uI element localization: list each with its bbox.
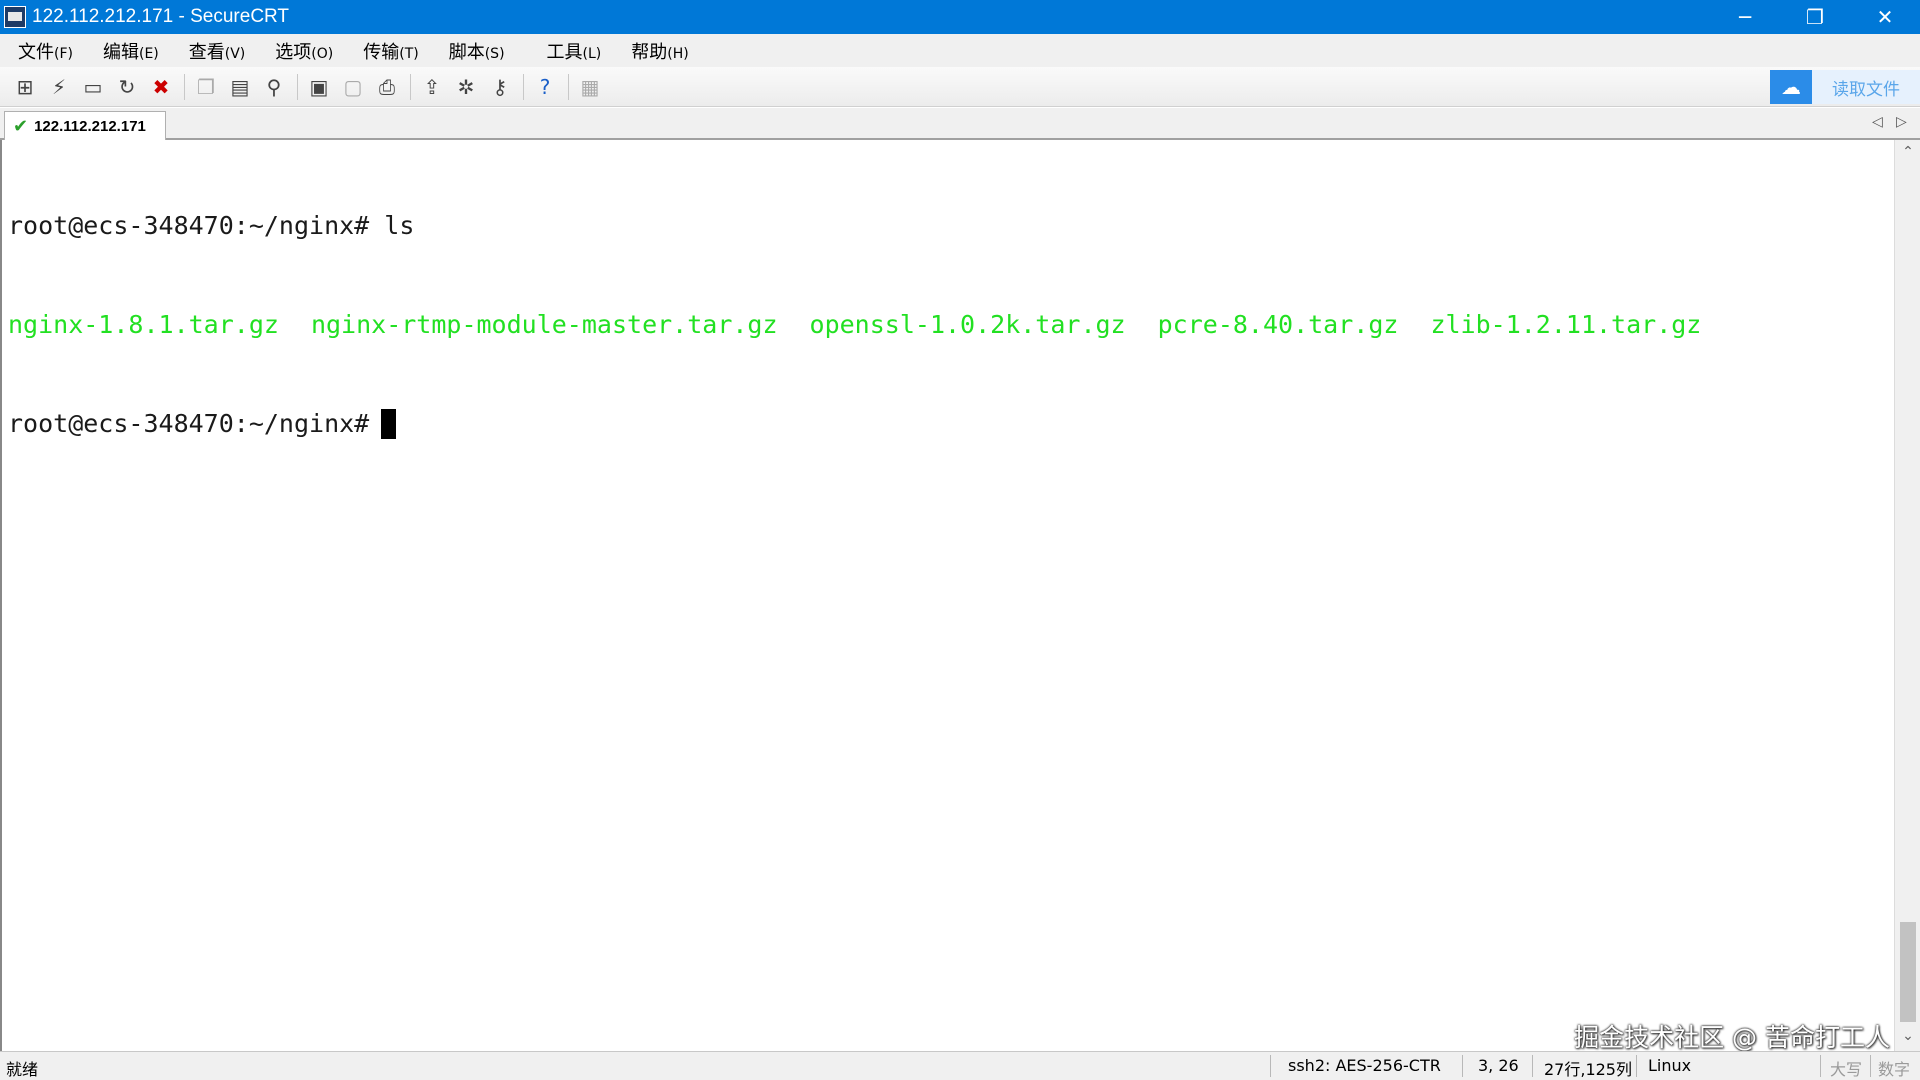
- status-cipher: ssh2: AES-256-CTR: [1288, 1056, 1441, 1075]
- quick-connect-icon[interactable]: ⚡: [46, 74, 72, 100]
- terminal-cursor: [381, 408, 397, 439]
- menu-file[interactable]: 文件(F): [14, 36, 77, 66]
- scroll-down-icon[interactable]: ⌄: [1895, 1028, 1920, 1044]
- securecrt-app-icon[interactable]: [4, 6, 26, 28]
- menu-tools[interactable]: 工具(L): [543, 36, 606, 66]
- terminal-file-list: nginx-1.8.1.tar.gz nginx-rtmp-module-mas…: [8, 308, 1894, 341]
- status-separator: [1532, 1055, 1533, 1077]
- print-screen-icon[interactable]: ▣: [306, 74, 332, 100]
- close-button[interactable]: ✕: [1850, 0, 1920, 34]
- minimize-button[interactable]: ─: [1710, 0, 1780, 34]
- status-separator: [1636, 1055, 1637, 1077]
- menu-transfer[interactable]: 传输(T): [359, 36, 422, 66]
- scroll-thumb[interactable]: [1900, 922, 1916, 1022]
- keymap-icon[interactable]: ⚷: [487, 74, 513, 100]
- tab-scroll-left-icon[interactable]: ◁: [1872, 114, 1883, 130]
- terminal-line: root@ecs-348470:~/nginx# ls: [8, 211, 415, 240]
- sftp-icon[interactable]: ⇪: [419, 74, 445, 100]
- toolbar-separator: [184, 73, 185, 100]
- connect-tab-icon[interactable]: ▭: [80, 74, 106, 100]
- script-icon[interactable]: ▦: [577, 74, 603, 100]
- window-title: 122.112.212.171 - SecureCRT: [32, 6, 290, 27]
- status-caps-lock: 大写: [1830, 1060, 1863, 1079]
- cloud-icon: ☁: [1770, 70, 1812, 104]
- terminal-output[interactable]: root@ecs-348470:~/nginx# ls nginx-1.8.1.…: [0, 140, 1894, 1051]
- file-entry: pcre-8.40.tar.gz: [1157, 310, 1399, 339]
- status-separator: [1270, 1055, 1271, 1077]
- status-separator: [1820, 1055, 1821, 1077]
- find-icon[interactable]: ⚲: [261, 74, 287, 100]
- session-options-icon[interactable]: ✲: [453, 74, 479, 100]
- menu-view[interactable]: 查看(V): [185, 36, 250, 66]
- connected-check-icon: ✔: [13, 115, 29, 137]
- read-file-label: 读取文件: [1832, 79, 1900, 100]
- toolbar-separator: [568, 73, 569, 100]
- copy-icon[interactable]: ❐: [193, 74, 219, 100]
- terminal-prompt-line: root@ecs-348470:~/nginx#: [8, 407, 1894, 440]
- scroll-up-icon[interactable]: ⌃: [1895, 144, 1920, 160]
- restore-button[interactable]: ❐: [1780, 0, 1850, 34]
- session-tab[interactable]: ✔ 122.112.212.171: [4, 111, 166, 140]
- title-bar: 122.112.212.171 - SecureCRT ─ ❐ ✕: [0, 0, 1920, 34]
- toolbar: ⊞ ⚡ ▭ ↻ ✖ ❐ ▤ ⚲ ▣ ▢ ⎙ ⇪ ✲ ⚷ ? ▦ ☁ 读取文件: [0, 67, 1920, 107]
- session-tab-bar: ✔ 122.112.212.171 ◁ ▷: [0, 108, 1920, 140]
- file-entry: openssl-1.0.2k.tar.gz: [809, 310, 1126, 339]
- print-selection-icon[interactable]: ▢: [340, 74, 366, 100]
- file-entry: zlib-1.2.11.tar.gz: [1430, 310, 1702, 339]
- status-ready: 就绪: [6, 1060, 39, 1079]
- menu-bar: 文件(F) 编辑(E) 查看(V) 选项(O) 传输(T) 脚本(S) 工具(L…: [0, 34, 1920, 67]
- read-file-button[interactable]: ☁ 读取文件: [1770, 70, 1920, 104]
- vertical-scrollbar[interactable]: ⌃ ⌄: [1894, 140, 1920, 1051]
- file-entry: nginx-rtmp-module-master.tar.gz: [310, 310, 778, 339]
- reconnect-icon[interactable]: ↻: [114, 74, 140, 100]
- paste-icon[interactable]: ▤: [227, 74, 253, 100]
- status-num-lock: 数字: [1878, 1060, 1911, 1079]
- status-separator: [1462, 1055, 1463, 1077]
- menu-edit[interactable]: 编辑(E): [99, 36, 163, 66]
- status-bar: 就绪 ssh2: AES-256-CTR 3, 26 27行,125列 Linu…: [0, 1051, 1920, 1080]
- toolbar-separator: [410, 73, 411, 100]
- session-tab-label: 122.112.212.171: [34, 117, 146, 135]
- status-separator: [1870, 1055, 1871, 1077]
- menu-options[interactable]: 选项(O): [271, 36, 337, 66]
- tab-scroll-right-icon[interactable]: ▷: [1896, 114, 1907, 130]
- status-cursor-position: 3, 26: [1478, 1056, 1519, 1075]
- watermark: 掘金技术社区 @ 苦命打工人: [1574, 1023, 1890, 1052]
- print-icon[interactable]: ⎙: [374, 74, 400, 100]
- disconnect-icon[interactable]: ✖: [148, 74, 174, 100]
- menu-script[interactable]: 脚本(S): [445, 36, 509, 66]
- status-terminal-type: Linux: [1648, 1056, 1692, 1075]
- menu-help[interactable]: 帮助(H): [627, 36, 692, 66]
- connect-icon[interactable]: ⊞: [12, 74, 38, 100]
- file-entry: nginx-1.8.1.tar.gz: [8, 310, 279, 339]
- help-icon[interactable]: ?: [532, 74, 558, 100]
- toolbar-separator: [523, 73, 524, 100]
- toolbar-separator: [297, 73, 298, 100]
- terminal-prompt: root@ecs-348470:~/nginx#: [8, 409, 370, 438]
- status-terminal-size: 27行,125列: [1544, 1060, 1632, 1079]
